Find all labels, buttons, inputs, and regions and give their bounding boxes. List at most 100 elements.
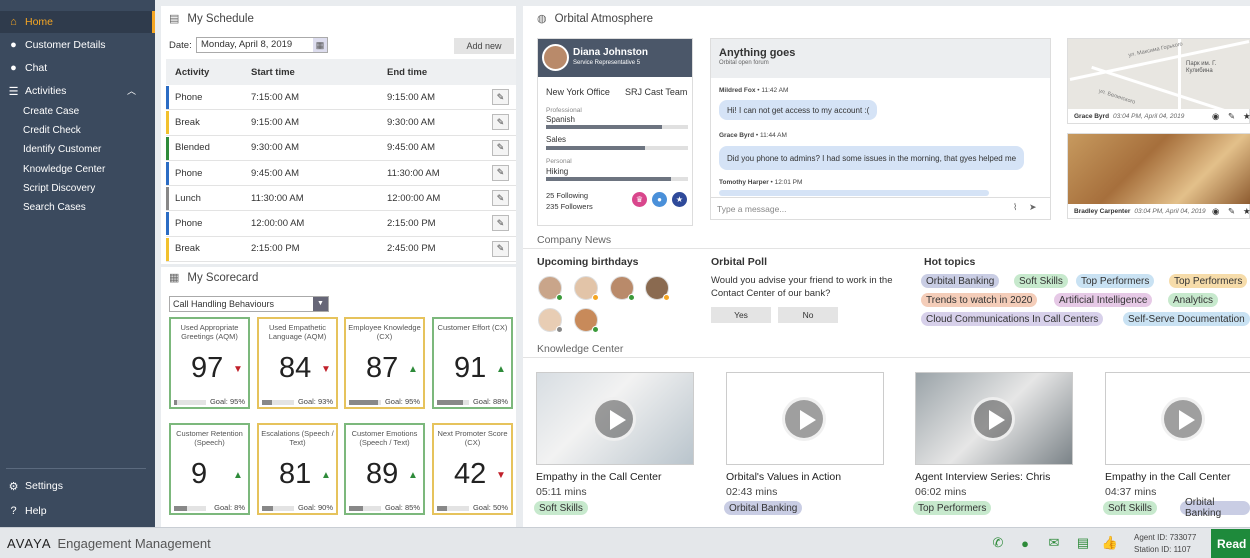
- edit-icon[interactable]: ✎: [492, 89, 509, 105]
- station-id: Station ID: 1107: [1134, 545, 1191, 554]
- video-tag[interactable]: Orbital Banking: [724, 501, 803, 515]
- poll-yes-button[interactable]: Yes: [711, 307, 771, 323]
- star-icon[interactable]: ★: [1243, 111, 1250, 122]
- video-thumbnail[interactable]: [726, 372, 884, 465]
- edit-icon[interactable]: ✎: [492, 164, 509, 181]
- topic-tag[interactable]: Cloud Communications In Call Centers: [921, 312, 1104, 326]
- video-thumbnail[interactable]: [1105, 372, 1250, 465]
- chat-icon[interactable]: ●: [1017, 536, 1033, 551]
- sidebar-subitem-search-cases[interactable]: Search Cases: [23, 199, 86, 215]
- poll-title: Orbital Poll: [711, 256, 768, 268]
- sidebar-subitem-script-discovery[interactable]: Script Discovery: [23, 180, 95, 196]
- avatar[interactable]: [574, 308, 599, 333]
- ready-button[interactable]: Read: [1211, 529, 1250, 558]
- end-time-cell: 2:45:00 PM: [387, 243, 436, 255]
- kpi-card[interactable]: Used Appropriate Greetings (AQM) 97 ▼ Goal:…: [169, 317, 250, 409]
- avatar[interactable]: [645, 276, 670, 301]
- thumbs-up-icon[interactable]: 👍: [1102, 535, 1118, 550]
- topic-tag[interactable]: Orbital Banking: [921, 274, 1000, 288]
- phone-icon[interactable]: ✆: [990, 535, 1006, 550]
- topic-tag[interactable]: Self-Serve Documentation: [1123, 312, 1250, 326]
- sidebar-item-chat[interactable]: ● Chat: [0, 57, 155, 79]
- video-tag[interactable]: Orbital Banking: [1180, 497, 1250, 519]
- edit-icon[interactable]: ✎: [492, 190, 509, 207]
- email-icon[interactable]: ✉: [1046, 535, 1062, 550]
- avatar[interactable]: [538, 276, 563, 301]
- topic-tag[interactable]: Trends to watch in 2020: [921, 293, 1038, 307]
- chat-message-input[interactable]: Type a message...: [711, 197, 1050, 219]
- media-card-cat[interactable]: Bradley Carpenter 03:04 PM, April 04, 201…: [1067, 133, 1250, 219]
- video-title[interactable]: Empathy in the Call Center: [536, 471, 661, 483]
- video-tag[interactable]: Soft Skills: [534, 501, 588, 515]
- sidebar-item-settings[interactable]: ⚙ Settings: [0, 475, 155, 497]
- profile-card[interactable]: Diana Johnston Service Representative 5 …: [537, 38, 693, 226]
- topic-tag[interactable]: Soft Skills: [1014, 274, 1068, 288]
- col-start-time: Start time: [251, 66, 295, 78]
- date-input[interactable]: Monday, April 8, 2019: [196, 37, 328, 53]
- schedule-panel: ▤ My Schedule Date: Monday, April 8, 201…: [161, 6, 516, 264]
- activity-color-bar: [166, 111, 169, 135]
- table-row: Break 2:15:00 PM 2:45:00 PM ✎: [166, 236, 516, 263]
- chat-title: Anything goes: [719, 47, 796, 59]
- edit-icon[interactable]: ✎: [492, 114, 509, 131]
- play-icon[interactable]: [782, 397, 826, 441]
- play-icon[interactable]: [971, 397, 1015, 441]
- video-title[interactable]: Agent Interview Series: Chris: [915, 471, 1050, 483]
- person-icon: ●: [10, 39, 17, 51]
- avatar[interactable]: [538, 308, 563, 333]
- edit-icon[interactable]: ✎: [492, 240, 509, 257]
- video-tag[interactable]: Soft Skills: [1103, 501, 1157, 515]
- attach-icon[interactable]: ⌇: [1013, 202, 1017, 213]
- eye-icon[interactable]: ◉: [1212, 206, 1219, 217]
- kpi-title: Customer Retention (Speech): [176, 429, 243, 447]
- sidebar-subitem-knowledge-center[interactable]: Knowledge Center: [23, 161, 105, 177]
- star-icon[interactable]: ★: [1243, 206, 1250, 217]
- edit-icon[interactable]: ✎: [1228, 111, 1235, 122]
- edit-icon[interactable]: ✎: [1228, 206, 1235, 217]
- sidebar-item-customer-details[interactable]: ● Customer Details: [0, 34, 155, 56]
- kpi-title: Next Promoter Score (CX): [437, 429, 508, 447]
- sidebar-subitem-credit-check[interactable]: Credit Check: [23, 122, 81, 138]
- play-icon[interactable]: [1161, 397, 1205, 441]
- scorecard-select[interactable]: Call Handling Behaviours ▼: [169, 296, 329, 312]
- topic-tag[interactable]: Top Performers: [1076, 274, 1155, 288]
- kpi-card[interactable]: Employee Knowledge (CX) 87 ▲ Goal: 95%: [344, 317, 425, 409]
- sidebar-subitem-create-case[interactable]: Create Case: [23, 103, 79, 119]
- date-label: Date:: [169, 40, 192, 51]
- video-title[interactable]: Empathy in the Call Center: [1105, 471, 1230, 483]
- kpi-card[interactable]: Escalations (Speech / Text) 81 ▲ Goal: 90%: [257, 423, 338, 515]
- table-row: Blended 9:30:00 AM 9:45:00 AM ✎: [166, 135, 516, 161]
- divider: [523, 357, 1250, 358]
- avatar[interactable]: [574, 276, 599, 301]
- topic-tag[interactable]: Artificial Intelligence: [1054, 293, 1153, 307]
- kpi-card[interactable]: Customer Retention (Speech) 9 ▲ Goal: 8%: [169, 423, 250, 515]
- kpi-card[interactable]: Used Empathetic Language (AQM) 84 ▼ Goal: 9…: [257, 317, 338, 409]
- avatar[interactable]: [610, 276, 635, 301]
- kpi-progress-bar: [262, 400, 294, 405]
- sms-icon[interactable]: ▤: [1075, 535, 1091, 550]
- send-icon[interactable]: ➤: [1029, 202, 1037, 213]
- video-thumbnail[interactable]: [915, 372, 1073, 465]
- eye-icon[interactable]: ◉: [1212, 111, 1219, 122]
- kpi-progress-bar: [174, 400, 206, 405]
- play-icon[interactable]: [592, 397, 636, 441]
- video-thumbnail[interactable]: [536, 372, 694, 465]
- edit-icon[interactable]: ✎: [492, 215, 509, 232]
- sidebar-subitem-identify-customer[interactable]: Identify Customer: [23, 141, 101, 157]
- kpi-card[interactable]: Customer Effort (CX) 91 ▲ Goal: 88%: [432, 317, 513, 409]
- sidebar-item-home[interactable]: ⌂ Home: [0, 11, 155, 33]
- poll-no-button[interactable]: No: [778, 307, 838, 323]
- sales-label: Sales: [546, 135, 567, 144]
- topic-tag[interactable]: Top Performers: [1169, 274, 1248, 288]
- edit-icon[interactable]: ✎: [492, 139, 509, 156]
- kpi-card[interactable]: Customer Emotions (Speech / Text) 89 ▲ Goal…: [344, 423, 425, 515]
- video-tag[interactable]: Top Performers: [913, 501, 992, 515]
- add-new-button[interactable]: Add new: [454, 38, 514, 54]
- video-title[interactable]: Orbital's Values in Action: [726, 471, 841, 483]
- topic-tag[interactable]: Analytics: [1168, 293, 1219, 307]
- kpi-card[interactable]: Next Promoter Score (CX) 42 ▼ Goal: 50%: [432, 423, 513, 515]
- sidebar-item-help[interactable]: ? Help: [0, 500, 155, 522]
- calendar-icon[interactable]: ▦: [313, 38, 327, 52]
- media-card-map[interactable]: Парк им. Г. Кулибина ул. Максима Горьког…: [1067, 38, 1250, 124]
- sidebar-item-activities[interactable]: ☰ Activities ︿: [0, 80, 155, 102]
